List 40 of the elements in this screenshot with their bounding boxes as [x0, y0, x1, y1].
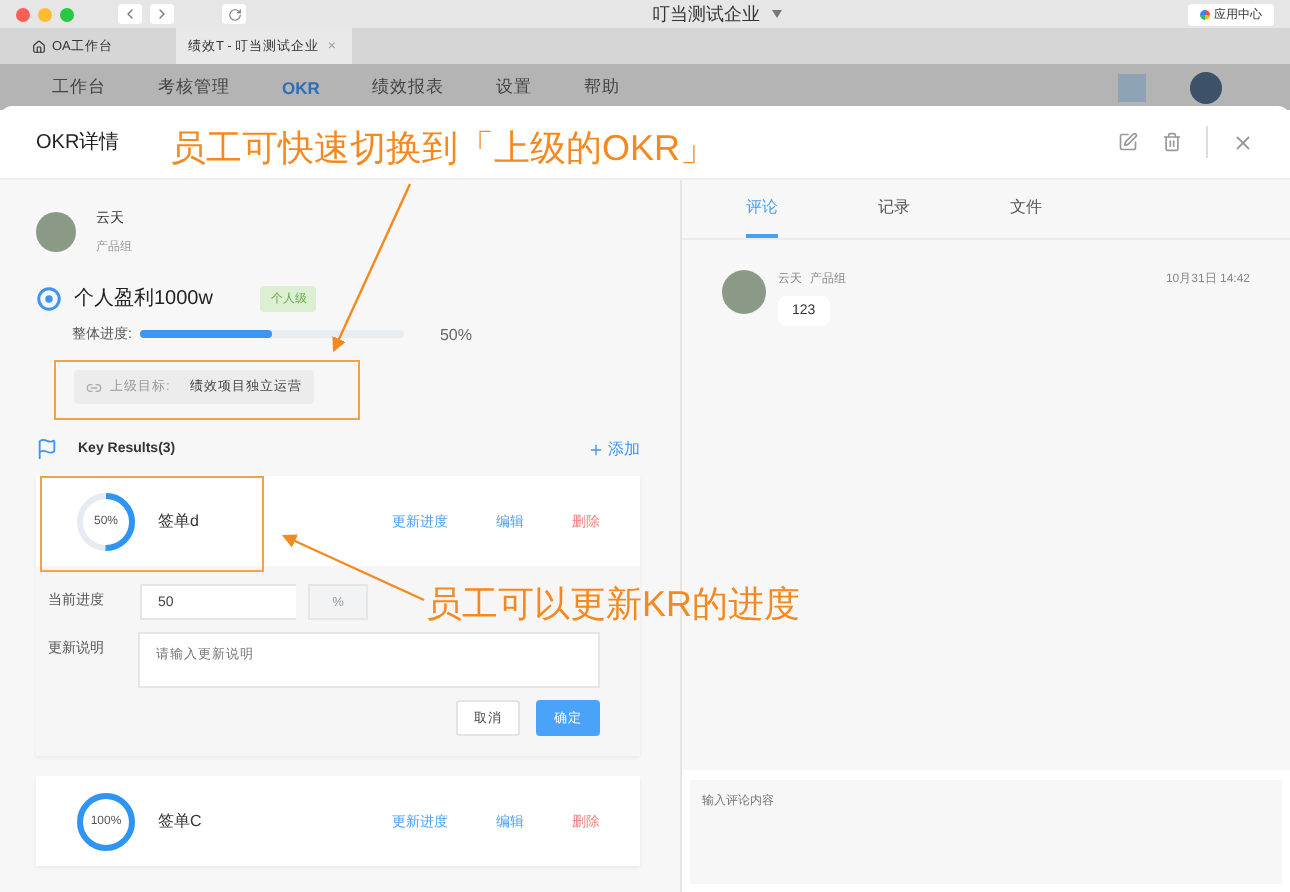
delete-icon[interactable] [1162, 132, 1182, 152]
home-icon [32, 39, 46, 53]
key-result-name: 签单C [158, 810, 202, 832]
annotation-text: 员工可以更新KR的进度 [426, 582, 801, 628]
annotation-arrow [281, 534, 425, 602]
avatar [722, 270, 766, 314]
nav-item[interactable]: 考核管理 [158, 75, 230, 99]
panel-tab[interactable]: 评论 [746, 180, 778, 238]
close-light-icon[interactable] [16, 7, 30, 21]
avatar [36, 212, 76, 252]
nav-item[interactable]: 工作台 [52, 75, 106, 99]
annotation-text: 员工可快速切换到「上级的OKR」 [170, 126, 717, 172]
forward-button[interactable] [150, 4, 174, 24]
target-icon [36, 285, 62, 311]
reload-button[interactable] [222, 4, 246, 24]
panel-tab[interactable]: 文件 [1010, 180, 1042, 238]
flag-icon [36, 438, 58, 460]
edit-icon[interactable] [1118, 132, 1138, 152]
forward-icon [154, 6, 170, 22]
objective-title: 个人盈利1000w [74, 285, 213, 312]
progress-reading: 50% [439, 325, 472, 343]
nav-item[interactable]: OKR [282, 77, 320, 97]
app-logo-icon [1200, 9, 1210, 19]
close-icon[interactable] [1232, 131, 1254, 153]
modal-title: OKR详情 [36, 129, 120, 156]
nav-item[interactable]: 帮助 [583, 75, 620, 99]
panel-tab[interactable]: 记录 [878, 180, 910, 238]
back-icon [122, 6, 138, 22]
caret-icon[interactable] [772, 10, 782, 18]
maximize-light-icon[interactable] [60, 7, 74, 21]
key-result-name: 签单d [158, 510, 199, 532]
window-title: 叮当测试企业 [652, 1, 760, 27]
nav-item[interactable]: 绩效报表 [371, 75, 444, 99]
nav-item[interactable]: 设置 [495, 75, 532, 99]
back-button[interactable] [118, 4, 142, 24]
add-button[interactable]: 添加 [588, 438, 640, 460]
link-icon [86, 379, 102, 395]
plus-icon [588, 441, 604, 457]
user-avatar[interactable] [1190, 71, 1222, 103]
reload-icon [227, 7, 241, 21]
